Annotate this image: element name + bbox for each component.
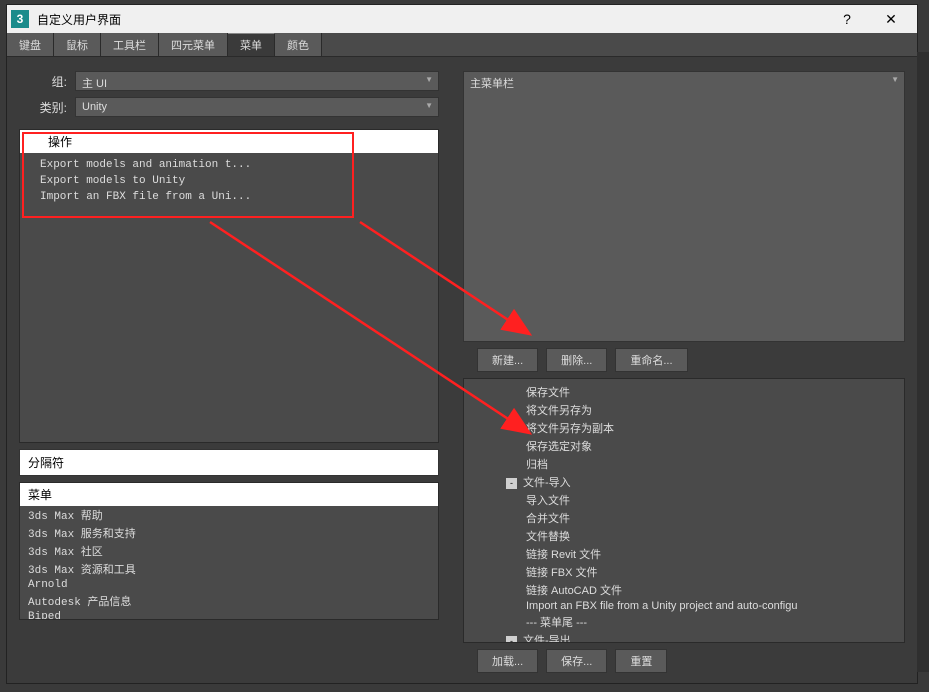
tree-node[interactable]: 导入文件 bbox=[472, 491, 896, 509]
load-button[interactable]: 加载... bbox=[477, 649, 538, 673]
action-item[interactable]: Import an FBX file from a Uni... bbox=[20, 189, 438, 205]
tree-node-label: 链接 AutoCAD 文件 bbox=[526, 585, 622, 597]
menu-item[interactable]: 3ds Max 帮助 bbox=[20, 506, 438, 524]
tree-node[interactable]: Import an FBX file from a Unity project … bbox=[472, 599, 896, 613]
menu-item[interactable]: 3ds Max 服务和支持 bbox=[20, 524, 438, 542]
menu-item[interactable]: Autodesk 产品信息 bbox=[20, 592, 438, 610]
tree-node[interactable]: 链接 Revit 文件 bbox=[472, 545, 896, 563]
tree-node-label: --- 菜单尾 --- bbox=[526, 617, 587, 629]
collapse-icon[interactable]: - bbox=[506, 478, 517, 489]
tree-node[interactable]: -文件-导入 bbox=[472, 473, 896, 491]
tree-node-label: 保存选定对象 bbox=[526, 441, 592, 453]
left-column: 组: 主 UI 类别: Unity 操作 Export models and a… bbox=[19, 71, 439, 673]
menu-panel: 菜单 3ds Max 帮助3ds Max 服务和支持3ds Max 社区3ds … bbox=[19, 482, 439, 620]
content-area: 组: 主 UI 类别: Unity 操作 Export models and a… bbox=[7, 57, 917, 683]
app-icon: 3 bbox=[11, 10, 29, 28]
tree-node-label: 归档 bbox=[526, 459, 548, 471]
tab-bar: 键盘鼠标工具栏四元菜单菜单颜色 bbox=[7, 33, 917, 57]
actions-list[interactable]: Export models and animation t...Export m… bbox=[20, 153, 438, 209]
tree-node-label: 链接 Revit 文件 bbox=[526, 549, 601, 561]
tree-node[interactable]: 链接 AutoCAD 文件 bbox=[472, 581, 896, 599]
menu-item[interactable]: 3ds Max 资源和工具 bbox=[20, 560, 438, 578]
tree-node-label: 将文件另存为副本 bbox=[526, 423, 614, 435]
tree-node-label: 合并文件 bbox=[526, 513, 570, 525]
tree-panel[interactable]: 保存文件将文件另存为将文件另存为副本保存选定对象归档-文件-导入导入文件合并文件… bbox=[463, 378, 905, 643]
tree-node[interactable]: 保存选定对象 bbox=[472, 437, 896, 455]
tab-工具栏[interactable]: 工具栏 bbox=[101, 33, 159, 56]
tree-node-label: 文件替换 bbox=[526, 531, 570, 543]
tree-node[interactable]: 文件替换 bbox=[472, 527, 896, 545]
window-title: 自定义用户界面 bbox=[37, 11, 825, 28]
top-button-row: 新建... 删除... 重命名... bbox=[477, 348, 905, 372]
tree-node[interactable]: 合并文件 bbox=[472, 509, 896, 527]
action-item[interactable]: Export models to Unity bbox=[20, 173, 438, 189]
close-button[interactable]: ✕ bbox=[869, 5, 913, 33]
right-column: 主菜单栏 新建... 删除... 重命名... 保存文件将文件另存为将文件另存为… bbox=[463, 71, 905, 673]
category-select[interactable]: Unity bbox=[75, 97, 439, 117]
tab-键盘[interactable]: 键盘 bbox=[7, 33, 54, 56]
tree-node-label: 导入文件 bbox=[526, 495, 570, 507]
tree-node[interactable]: -文件-导出 bbox=[472, 631, 896, 643]
customize-ui-window: 3 自定义用户界面 ? ✕ 键盘鼠标工具栏四元菜单菜单颜色 组: 主 UI 类别… bbox=[6, 4, 918, 684]
menu-header: 菜单 bbox=[20, 483, 438, 506]
group-label: 组: bbox=[19, 73, 67, 90]
new-button[interactable]: 新建... bbox=[477, 348, 538, 372]
menu-item[interactable]: Biped bbox=[20, 610, 438, 619]
menu-item[interactable]: 3ds Max 社区 bbox=[20, 542, 438, 560]
save-button[interactable]: 保存... bbox=[546, 649, 607, 673]
tab-鼠标[interactable]: 鼠标 bbox=[54, 33, 101, 56]
action-item[interactable]: Export models and animation t... bbox=[20, 157, 438, 173]
tree-node[interactable]: --- 菜单尾 --- bbox=[472, 613, 896, 631]
tree-node-label: 文件-导出 bbox=[523, 635, 571, 643]
delete-button[interactable]: 删除... bbox=[546, 348, 607, 372]
tab-颜色[interactable]: 颜色 bbox=[275, 33, 322, 56]
tab-四元菜单[interactable]: 四元菜单 bbox=[159, 33, 228, 56]
rename-button[interactable]: 重命名... bbox=[615, 348, 687, 372]
tree-node-label: 链接 FBX 文件 bbox=[526, 567, 598, 579]
menu-item[interactable]: Arnold bbox=[20, 578, 438, 592]
tree-node-label: 将文件另存为 bbox=[526, 405, 592, 417]
titlebar: 3 自定义用户界面 ? ✕ bbox=[7, 5, 917, 33]
tree-node[interactable]: 链接 FBX 文件 bbox=[472, 563, 896, 581]
tree-node[interactable]: 保存文件 bbox=[472, 383, 896, 401]
group-select[interactable]: 主 UI bbox=[75, 71, 439, 91]
separator-panel[interactable]: 分隔符 bbox=[19, 449, 439, 476]
tree-node-label: Import an FBX file from a Unity project … bbox=[526, 600, 797, 612]
main-menu-select[interactable]: 主菜单栏 bbox=[463, 71, 905, 342]
tree-node[interactable]: 归档 bbox=[472, 455, 896, 473]
tree-node[interactable]: 将文件另存为副本 bbox=[472, 419, 896, 437]
actions-panel: 操作 Export models and animation t...Expor… bbox=[19, 129, 439, 443]
tab-菜单[interactable]: 菜单 bbox=[228, 33, 275, 56]
category-label: 类别: bbox=[19, 99, 67, 116]
bottom-button-row: 加载... 保存... 重置 bbox=[477, 649, 905, 673]
tree-node-label: 文件-导入 bbox=[523, 477, 571, 489]
actions-header: 操作 bbox=[20, 130, 438, 153]
tree-node-label: 保存文件 bbox=[526, 387, 570, 399]
side-strip bbox=[917, 52, 929, 672]
menu-list[interactable]: 3ds Max 帮助3ds Max 服务和支持3ds Max 社区3ds Max… bbox=[20, 506, 438, 619]
collapse-icon[interactable]: - bbox=[506, 636, 517, 643]
tree-node[interactable]: 将文件另存为 bbox=[472, 401, 896, 419]
help-button[interactable]: ? bbox=[825, 5, 869, 33]
reset-button[interactable]: 重置 bbox=[615, 649, 667, 673]
